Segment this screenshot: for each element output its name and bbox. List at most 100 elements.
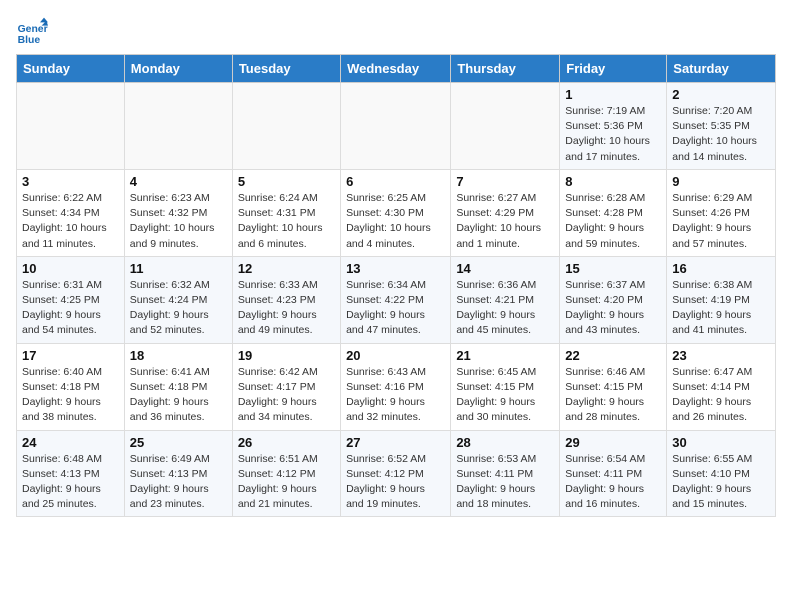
day-number: 19 (238, 348, 335, 363)
day-detail: Sunrise: 6:24 AM Sunset: 4:31 PM Dayligh… (238, 191, 335, 252)
calendar-day-cell: 20 Sunrise: 6:43 AM Sunset: 4:16 PM Dayli… (341, 343, 451, 430)
calendar-day-cell: 7Sunrise: 6:27 AM Sunset: 4:29 PM Daylig… (451, 169, 560, 256)
day-number: 29 (565, 435, 661, 450)
day-detail: Sunrise: 6:38 AM Sunset: 4:19 PM Dayligh… (672, 278, 770, 339)
day-detail: Sunrise: 6:32 AM Sunset: 4:24 PM Dayligh… (130, 278, 227, 339)
day-detail: Sunrise: 6:34 AM Sunset: 4:22 PM Dayligh… (346, 278, 445, 339)
calendar-day-cell: 6 Sunrise: 6:25 AM Sunset: 4:30 PM Daylig… (341, 169, 451, 256)
calendar-day-cell: 5 Sunrise: 6:24 AM Sunset: 4:31 PM Daylig… (232, 169, 340, 256)
day-number: 24 (22, 435, 119, 450)
day-number: 10 (22, 261, 119, 276)
calendar-day-cell: 4Sunrise: 6:23 AM Sunset: 4:32 PM Daylig… (124, 169, 232, 256)
day-number: 30 (672, 435, 770, 450)
calendar-body: 1 Sunrise: 7:19 AM Sunset: 5:36 PM Daylig… (17, 83, 776, 517)
calendar-week-row: 1 Sunrise: 7:19 AM Sunset: 5:36 PM Daylig… (17, 83, 776, 170)
day-number: 4 (130, 174, 227, 189)
day-number: 25 (130, 435, 227, 450)
day-detail: Sunrise: 6:47 AM Sunset: 4:14 PM Dayligh… (672, 365, 770, 426)
day-number: 3 (22, 174, 119, 189)
calendar-day-cell: 16 Sunrise: 6:38 AM Sunset: 4:19 PM Dayli… (667, 256, 776, 343)
day-detail: Sunrise: 6:22 AM Sunset: 4:34 PM Dayligh… (22, 191, 119, 252)
page-header: General Blue (16, 16, 776, 48)
day-detail: Sunrise: 6:53 AM Sunset: 4:11 PM Dayligh… (456, 452, 554, 513)
calendar-header-row: SundayMondayTuesdayWednesdayThursdayFrid… (17, 55, 776, 83)
calendar-day-cell: 26Sunrise: 6:51 AM Sunset: 4:12 PM Dayli… (232, 430, 340, 517)
day-number: 16 (672, 261, 770, 276)
day-number: 2 (672, 87, 770, 102)
calendar-day-cell: 29 Sunrise: 6:54 AM Sunset: 4:11 PM Dayli… (560, 430, 667, 517)
day-detail: Sunrise: 7:19 AM Sunset: 5:36 PM Dayligh… (565, 104, 661, 165)
weekday-header: Saturday (667, 55, 776, 83)
calendar-week-row: 24 Sunrise: 6:48 AM Sunset: 4:13 PM Dayli… (17, 430, 776, 517)
day-detail: Sunrise: 6:54 AM Sunset: 4:11 PM Dayligh… (565, 452, 661, 513)
day-detail: Sunrise: 6:27 AM Sunset: 4:29 PM Dayligh… (456, 191, 554, 252)
day-detail: Sunrise: 6:29 AM Sunset: 4:26 PM Dayligh… (672, 191, 770, 252)
day-number: 21 (456, 348, 554, 363)
day-number: 12 (238, 261, 335, 276)
day-detail: Sunrise: 6:41 AM Sunset: 4:18 PM Dayligh… (130, 365, 227, 426)
empty-cell (17, 83, 125, 170)
day-number: 13 (346, 261, 445, 276)
weekday-header: Wednesday (341, 55, 451, 83)
day-detail: Sunrise: 6:49 AM Sunset: 4:13 PM Dayligh… (130, 452, 227, 513)
calendar-day-cell: 30 Sunrise: 6:55 AM Sunset: 4:10 PM Dayli… (667, 430, 776, 517)
calendar-day-cell: 2 Sunrise: 7:20 AM Sunset: 5:35 PM Daylig… (667, 83, 776, 170)
day-detail: Sunrise: 6:40 AM Sunset: 4:18 PM Dayligh… (22, 365, 119, 426)
day-detail: Sunrise: 6:52 AM Sunset: 4:12 PM Dayligh… (346, 452, 445, 513)
weekday-header: Sunday (17, 55, 125, 83)
day-number: 23 (672, 348, 770, 363)
calendar-day-cell: 25 Sunrise: 6:49 AM Sunset: 4:13 PM Dayli… (124, 430, 232, 517)
day-number: 20 (346, 348, 445, 363)
day-number: 8 (565, 174, 661, 189)
day-detail: Sunrise: 6:45 AM Sunset: 4:15 PM Dayligh… (456, 365, 554, 426)
calendar-table: SundayMondayTuesdayWednesdayThursdayFrid… (16, 54, 776, 517)
calendar-day-cell: 1 Sunrise: 7:19 AM Sunset: 5:36 PM Daylig… (560, 83, 667, 170)
day-detail: Sunrise: 7:20 AM Sunset: 5:35 PM Dayligh… (672, 104, 770, 165)
day-number: 1 (565, 87, 661, 102)
weekday-header: Thursday (451, 55, 560, 83)
day-detail: Sunrise: 6:31 AM Sunset: 4:25 PM Dayligh… (22, 278, 119, 339)
calendar-day-cell: 10 Sunrise: 6:31 AM Sunset: 4:25 PM Dayli… (17, 256, 125, 343)
day-detail: Sunrise: 6:48 AM Sunset: 4:13 PM Dayligh… (22, 452, 119, 513)
day-number: 15 (565, 261, 661, 276)
weekday-header: Monday (124, 55, 232, 83)
day-number: 9 (672, 174, 770, 189)
day-number: 14 (456, 261, 554, 276)
day-number: 18 (130, 348, 227, 363)
empty-cell (232, 83, 340, 170)
day-detail: Sunrise: 6:42 AM Sunset: 4:17 PM Dayligh… (238, 365, 335, 426)
day-detail: Sunrise: 6:43 AM Sunset: 4:16 PM Dayligh… (346, 365, 445, 426)
empty-cell (451, 83, 560, 170)
logo-icon: General Blue (16, 16, 48, 48)
calendar-day-cell: 28 Sunrise: 6:53 AM Sunset: 4:11 PM Dayli… (451, 430, 560, 517)
calendar-day-cell: 27 Sunrise: 6:52 AM Sunset: 4:12 PM Dayli… (341, 430, 451, 517)
calendar-day-cell: 11 Sunrise: 6:32 AM Sunset: 4:24 PM Dayli… (124, 256, 232, 343)
calendar-week-row: 17 Sunrise: 6:40 AM Sunset: 4:18 PM Dayli… (17, 343, 776, 430)
calendar-day-cell: 17 Sunrise: 6:40 AM Sunset: 4:18 PM Dayli… (17, 343, 125, 430)
day-number: 5 (238, 174, 335, 189)
day-detail: Sunrise: 6:55 AM Sunset: 4:10 PM Dayligh… (672, 452, 770, 513)
calendar-week-row: 3 Sunrise: 6:22 AM Sunset: 4:34 PM Daylig… (17, 169, 776, 256)
day-number: 28 (456, 435, 554, 450)
calendar-day-cell: 21 Sunrise: 6:45 AM Sunset: 4:15 PM Dayli… (451, 343, 560, 430)
day-detail: Sunrise: 6:36 AM Sunset: 4:21 PM Dayligh… (456, 278, 554, 339)
weekday-header: Tuesday (232, 55, 340, 83)
day-number: 22 (565, 348, 661, 363)
day-number: 11 (130, 261, 227, 276)
day-number: 27 (346, 435, 445, 450)
day-detail: Sunrise: 6:25 AM Sunset: 4:30 PM Dayligh… (346, 191, 445, 252)
calendar-day-cell: 15Sunrise: 6:37 AM Sunset: 4:20 PM Dayli… (560, 256, 667, 343)
day-number: 6 (346, 174, 445, 189)
empty-cell (124, 83, 232, 170)
calendar-day-cell: 24 Sunrise: 6:48 AM Sunset: 4:13 PM Dayli… (17, 430, 125, 517)
calendar-day-cell: 19 Sunrise: 6:42 AM Sunset: 4:17 PM Dayli… (232, 343, 340, 430)
calendar-day-cell: 8Sunrise: 6:28 AM Sunset: 4:28 PM Daylig… (560, 169, 667, 256)
calendar-day-cell: 18 Sunrise: 6:41 AM Sunset: 4:18 PM Dayli… (124, 343, 232, 430)
day-detail: Sunrise: 6:33 AM Sunset: 4:23 PM Dayligh… (238, 278, 335, 339)
day-number: 17 (22, 348, 119, 363)
day-number: 26 (238, 435, 335, 450)
calendar-day-cell: 14 Sunrise: 6:36 AM Sunset: 4:21 PM Dayli… (451, 256, 560, 343)
weekday-header: Friday (560, 55, 667, 83)
calendar-day-cell: 23 Sunrise: 6:47 AM Sunset: 4:14 PM Dayli… (667, 343, 776, 430)
calendar-day-cell: 9 Sunrise: 6:29 AM Sunset: 4:26 PM Daylig… (667, 169, 776, 256)
